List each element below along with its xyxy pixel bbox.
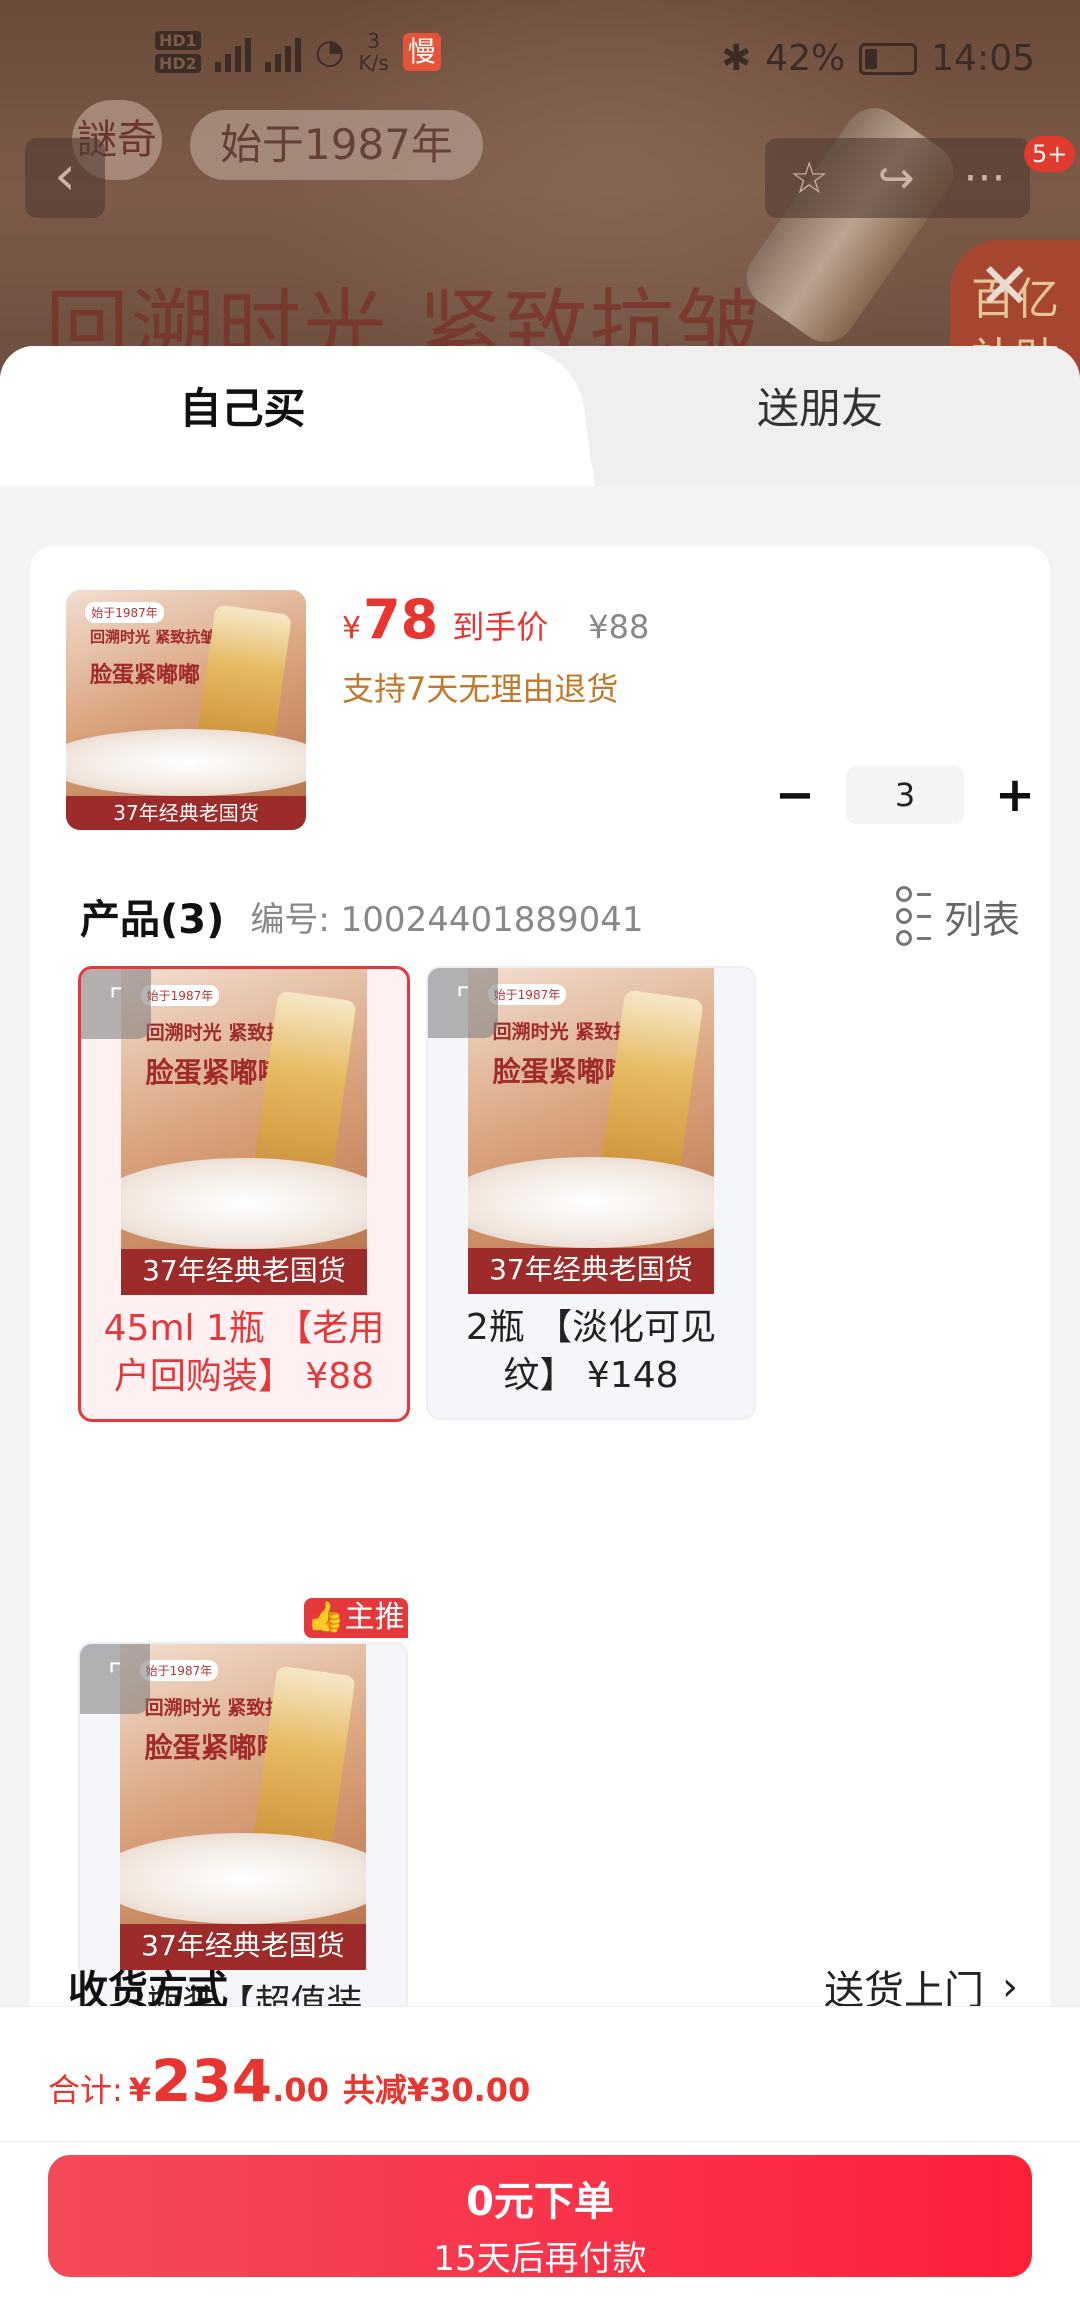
cream-swirl bbox=[121, 1158, 367, 1250]
favorite-icon[interactable]: ☆ bbox=[789, 153, 828, 204]
chevron-right-icon: › bbox=[1002, 1964, 1018, 2010]
cream-swirl bbox=[66, 729, 306, 797]
variant-label: 45ml 1瓶 【老用户回购装】 ¥88 bbox=[103, 1308, 385, 1397]
list-icon bbox=[896, 886, 932, 946]
tab-bar: 自己买 送朋友 bbox=[0, 346, 1080, 486]
thumb-subline: 脸蛋紧嘟嘟 bbox=[90, 663, 201, 689]
since-pill: 始于1987年 bbox=[140, 985, 220, 1007]
bluetooth-icon: ✱ bbox=[721, 38, 752, 79]
total-currency: ¥ bbox=[128, 2071, 152, 2109]
expand-icon[interactable]: ⌜ bbox=[80, 1644, 150, 1714]
close-icon[interactable]: ✕ bbox=[978, 255, 1032, 319]
cream-swirl bbox=[468, 1157, 714, 1249]
slow-app-icon: 慢 bbox=[402, 33, 441, 71]
since-pill: 始于1987年 bbox=[487, 984, 567, 1006]
wifi-icon: ◔ bbox=[314, 32, 345, 72]
price-row: ¥78 到手价 ¥88 bbox=[342, 588, 649, 651]
tab-gift-friend[interactable]: 送朋友 bbox=[620, 346, 1020, 472]
variant-image: 始于1987年 回溯时光 紧致抗皱 脸蛋紧嘟嘟 37年经典老国货 bbox=[120, 1644, 366, 1970]
battery-icon bbox=[859, 42, 918, 75]
divider bbox=[0, 2141, 1080, 2142]
variant-option-1[interactable]: ⌜ 始于1987年 回溯时光 紧致抗皱 脸蛋紧嘟嘟 37年经典老国货 45ml … bbox=[78, 966, 410, 1422]
decrease-button[interactable]: − bbox=[770, 767, 820, 823]
thumb-headline: 回溯时光 紧致抗皱 bbox=[90, 628, 216, 646]
cream-swirl bbox=[120, 1833, 366, 1925]
share-icon[interactable]: ↪ bbox=[878, 153, 915, 204]
expand-icon[interactable]: ⌜ bbox=[428, 968, 498, 1038]
quantity-stepper: − 3 + bbox=[770, 766, 1040, 824]
list-label: 列表 bbox=[943, 897, 1020, 942]
place-order-button[interactable]: 0元下单 15天后再付款 bbox=[48, 2155, 1032, 2279]
quantity-input[interactable]: 3 bbox=[846, 766, 964, 824]
classic-strip: 37年经典老国货 bbox=[468, 1248, 714, 1294]
variant-option-2[interactable]: ⌜ 始于1987年 回溯时光 紧致抗皱 脸蛋紧嘟嘟 37年经典老国货 2瓶 【淡… bbox=[426, 966, 756, 1420]
thumbs-up-icon: 👍 bbox=[307, 1600, 345, 1635]
since-pill: 始于1987年 bbox=[85, 602, 164, 623]
product-thumbnail[interactable]: 始于1987年 回溯时光 紧致抗皱 脸蛋紧嘟嘟 37年经典老国货 bbox=[66, 590, 306, 830]
since-badge: 始于1987年 bbox=[190, 110, 483, 180]
final-price: ¥78 bbox=[342, 588, 439, 651]
total-saved: 共减¥30.00 bbox=[342, 2071, 531, 2109]
net-speed: 3 K/s bbox=[358, 29, 389, 75]
more-icon[interactable]: ··· bbox=[964, 153, 1006, 204]
increase-button[interactable]: + bbox=[990, 767, 1040, 823]
products-header: 产品(3) 编号: 10024401889041 列表 bbox=[80, 886, 1020, 946]
variant-image: 始于1987年 回溯时光 紧致抗皱 脸蛋紧嘟嘟 37年经典老国货 bbox=[468, 968, 714, 1294]
place-order-label: 0元下单 bbox=[466, 2179, 614, 2225]
pay-later-label: 15天后再付款 bbox=[433, 2239, 647, 2279]
total-summary: 合计: ¥ 234 .00 共减¥30.00 bbox=[48, 2047, 530, 2115]
product-code: 编号: 10024401889041 bbox=[250, 899, 644, 940]
total-label: 合计: bbox=[48, 2071, 123, 2109]
hd-indicator: HD1 HD2 bbox=[155, 31, 201, 73]
nav-actions: ☆ ↪ ··· bbox=[765, 138, 1030, 218]
classic-strip: 37年经典老国货 bbox=[121, 1249, 367, 1295]
refund-policy: 支持7天无理由退货 bbox=[342, 670, 619, 708]
signal-icon bbox=[214, 32, 251, 72]
total-decimals: .00 bbox=[272, 2071, 329, 2109]
since-pill: 始于1987年 bbox=[139, 1660, 219, 1682]
recommend-badge: 👍主推 bbox=[304, 1598, 408, 1638]
classic-strip: 37年经典老国货 bbox=[66, 796, 306, 830]
message-count-badge: 5+ bbox=[1024, 136, 1076, 172]
tab-buy-self[interactable]: 自己买 bbox=[0, 346, 545, 486]
checkout-bar: 合计: ¥ 234 .00 共减¥30.00 0元下单 15天后再付款 bbox=[0, 2006, 1080, 2311]
expand-icon[interactable]: ⌜ bbox=[81, 969, 151, 1039]
watermark: 慢星人6100491MW bbox=[320, 749, 655, 790]
back-button[interactable]: ‹ bbox=[25, 138, 105, 218]
final-price-label: 到手价 bbox=[452, 608, 549, 646]
total-amount: 234 bbox=[151, 2047, 273, 2115]
signal-icon-2 bbox=[264, 32, 301, 72]
battery-percent: 42% bbox=[765, 38, 846, 79]
products-title: 产品(3) bbox=[80, 897, 225, 943]
variant-label: 2瓶 【淡化可见纹】 ¥148 bbox=[465, 1307, 717, 1396]
clock: 14:05 bbox=[931, 38, 1035, 79]
list-view-button[interactable]: 列表 bbox=[896, 886, 1020, 946]
status-bar: HD1 HD2 ◔ 3 K/s 慢 ✱ 42% 14:05 bbox=[0, 0, 1080, 120]
original-price: ¥88 bbox=[588, 608, 650, 646]
variant-image: 始于1987年 回溯时光 紧致抗皱 脸蛋紧嘟嘟 37年经典老国货 bbox=[121, 969, 367, 1295]
